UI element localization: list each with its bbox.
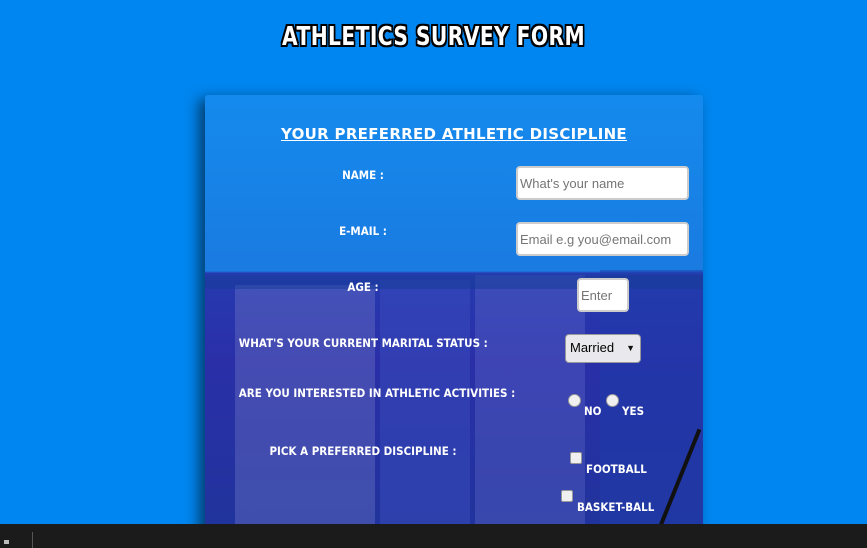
- taskbar-divider: [32, 532, 33, 548]
- age-input[interactable]: [577, 278, 629, 312]
- chevron-down-icon: ▼: [626, 343, 635, 353]
- radio-no-label: No: [584, 404, 602, 418]
- checkbox-basketball[interactable]: [561, 490, 573, 502]
- radio-no[interactable]: [568, 394, 581, 407]
- checkbox-basketball-label: Basket-ball: [577, 500, 655, 514]
- section-title: Your Preferred Athletic Discipline: [281, 125, 627, 143]
- checkbox-football-label: Football: [586, 462, 647, 476]
- taskbar: [0, 524, 867, 548]
- name-label: Name :: [342, 168, 384, 182]
- email-input[interactable]: [516, 222, 689, 256]
- background-panel: [380, 280, 470, 535]
- marital-status-label: What's your current marital status :: [238, 336, 488, 350]
- background-panel: [235, 285, 375, 535]
- discipline-label: Pick a preferred discipline :: [269, 444, 457, 458]
- age-label: Age :: [347, 280, 379, 294]
- taskbar-indicator: [4, 540, 9, 544]
- survey-form: Your Preferred Athletic Discipline Name …: [205, 95, 703, 535]
- interest-label: Are you interested in athletic activitie…: [238, 386, 516, 400]
- marital-status-value: Married: [570, 340, 615, 355]
- email-label: E-mail :: [339, 224, 387, 238]
- radio-yes-label: Yes: [622, 404, 645, 418]
- page-title: Athletics Survey Form: [281, 22, 586, 52]
- name-input[interactable]: [516, 166, 689, 200]
- marital-status-select[interactable]: Married ▼: [565, 334, 641, 363]
- checkbox-football[interactable]: [570, 452, 582, 464]
- radio-yes[interactable]: [606, 394, 619, 407]
